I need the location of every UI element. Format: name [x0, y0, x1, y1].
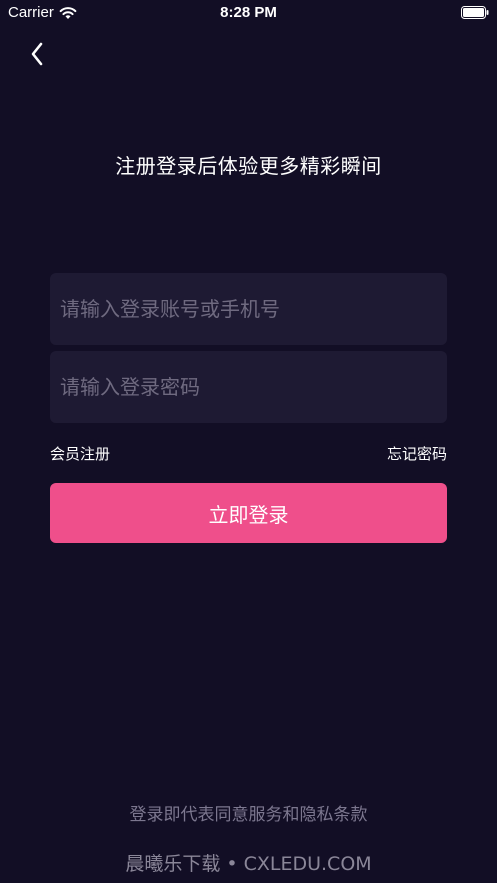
- register-link[interactable]: 会员注册: [50, 443, 110, 464]
- login-button[interactable]: 立即登录: [50, 483, 447, 543]
- password-field[interactable]: [50, 351, 447, 423]
- status-time: 8:28 PM: [220, 4, 277, 21]
- back-button[interactable]: [22, 38, 52, 70]
- auth-links: 会员注册 忘记密码: [50, 443, 447, 464]
- forgot-password-link[interactable]: 忘记密码: [387, 443, 447, 464]
- watermark: 晨曦乐下载 • CXLEDU.COM: [125, 853, 372, 875]
- chevron-left-icon: [31, 42, 43, 66]
- status-bar: Carrier 8:28 PM: [0, 0, 497, 26]
- account-field[interactable]: [50, 273, 447, 345]
- battery-icon: [461, 6, 489, 19]
- password-input[interactable]: [58, 374, 439, 400]
- terms-link[interactable]: 登录即代表同意服务和隐私条款: [0, 800, 497, 825]
- account-input[interactable]: [58, 296, 439, 322]
- page-headline: 注册登录后体验更多精彩瞬间: [115, 154, 382, 178]
